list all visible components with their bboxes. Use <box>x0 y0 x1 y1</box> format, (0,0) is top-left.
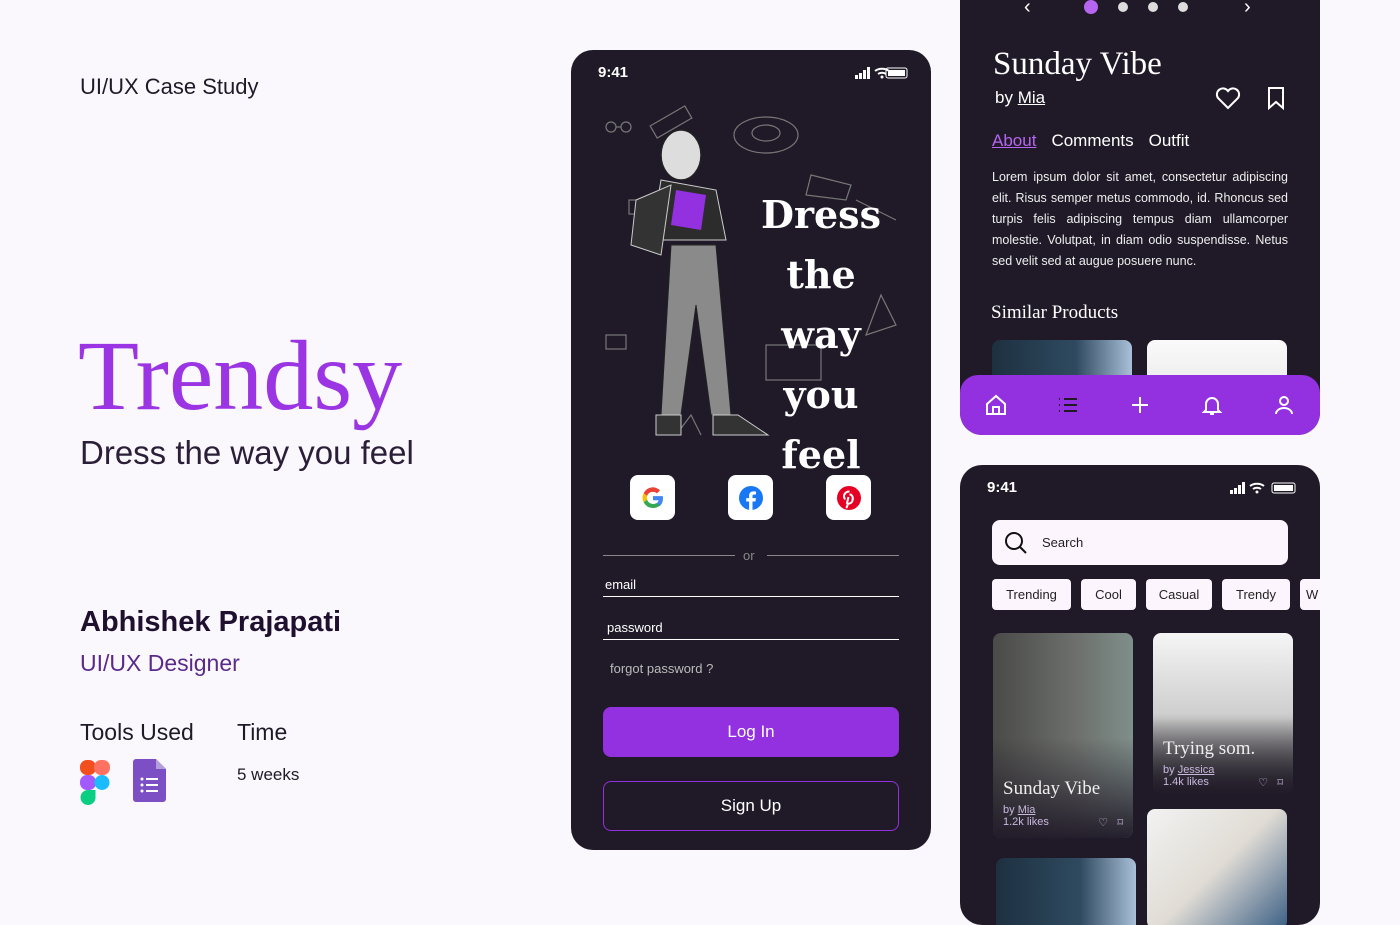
carousel-dot[interactable] <box>1148 2 1158 12</box>
figma-icon <box>80 760 110 805</box>
bookmark-icon[interactable]: ⌑ <box>1117 817 1123 829</box>
feed-screen: 9:41 Search Trending Cool Casual Trendy … <box>960 465 1320 925</box>
card-title: Sunday Vibe <box>1003 778 1101 799</box>
heart-icon[interactable]: ♡ <box>1258 777 1268 789</box>
bookmark-icon[interactable] <box>1266 86 1286 110</box>
email-field[interactable]: email <box>603 577 899 597</box>
tools-heading: Tools Used <box>80 719 194 745</box>
card-title: Trying som. <box>1163 738 1256 759</box>
tab-about[interactable]: About <box>992 131 1036 151</box>
or-label: or <box>743 548 755 563</box>
chip-more[interactable]: W <box>1300 579 1320 610</box>
brand-title: Trendsy <box>78 320 403 431</box>
time-value: 5 weeks <box>237 765 300 784</box>
divider <box>603 555 735 556</box>
search-input[interactable]: Search <box>992 520 1288 565</box>
carousel-dot[interactable] <box>1118 2 1128 12</box>
by-label: by <box>1163 764 1175 776</box>
forgot-password-link[interactable]: forgot password ? <box>610 661 713 676</box>
signup-button[interactable]: Sign Up <box>603 781 899 831</box>
author-name: Abhishek Prajapati <box>80 606 342 638</box>
divider <box>767 555 899 556</box>
home-icon[interactable] <box>984 393 1008 417</box>
status-time: 9:41 <box>598 64 629 81</box>
login-button[interactable]: Log In <box>603 707 899 757</box>
carousel-dot-active[interactable] <box>1084 0 1098 14</box>
bookmark-icon[interactable]: ⌑ <box>1277 777 1283 789</box>
carousel-dots <box>1084 0 1188 14</box>
card-actions: ♡ ⌑ <box>1098 816 1123 829</box>
feed-card[interactable]: Sunday Vibe by Mia 1.2k likes ♡ ⌑ <box>993 633 1133 838</box>
list-icon[interactable] <box>1056 393 1080 417</box>
carousel-prev-icon[interactable]: ‹ <box>1024 0 1031 19</box>
feed-card[interactable] <box>1147 809 1287 925</box>
time-heading: Time <box>237 719 288 745</box>
chip-trending[interactable]: Trending <box>992 579 1071 610</box>
likes-count: 1.4k likes <box>1163 776 1209 788</box>
card-actions: ♡ ⌑ <box>1258 776 1283 789</box>
likes-count: 1.2k likes <box>1003 816 1049 828</box>
heart-icon[interactable]: ♡ <box>1098 817 1108 829</box>
pinterest-login-button[interactable] <box>826 475 871 520</box>
tagline: Dress the way you feel <box>80 434 414 471</box>
bell-icon[interactable] <box>1200 393 1224 417</box>
search-placeholder: Search <box>1042 535 1084 550</box>
password-field[interactable]: password <box>603 620 899 640</box>
tab-outfit[interactable]: Outfit <box>1149 131 1190 151</box>
by-label: by <box>995 88 1013 107</box>
google-login-button[interactable] <box>630 475 675 520</box>
similar-heading: Similar Products <box>991 302 1119 323</box>
login-screen: 9:41 Dress the way you feel or email pas… <box>571 50 931 850</box>
google-forms-icon <box>133 759 166 802</box>
facebook-login-button[interactable] <box>728 475 773 520</box>
detail-screen: ‹ › Sunday Vibe by Mia About Comments Ou… <box>960 0 1320 435</box>
feed-card[interactable]: Trying som. by Jessica 1.4k likes ♡ ⌑ <box>1153 633 1293 793</box>
hero-line: you feel <box>781 372 861 477</box>
author-link[interactable]: Jessica <box>1178 764 1215 776</box>
search-icon <box>1005 531 1027 554</box>
heart-icon[interactable] <box>1215 86 1241 110</box>
chip-trendy[interactable]: Trendy <box>1222 579 1290 610</box>
facebook-icon <box>738 485 763 510</box>
author-link[interactable]: Mia <box>1018 804 1036 816</box>
chip-casual[interactable]: Casual <box>1146 579 1212 610</box>
status-icons <box>855 64 909 81</box>
by-label: by <box>1003 804 1015 816</box>
post-title: Sunday Vibe <box>993 46 1162 82</box>
author-role: UI/UX Designer <box>80 650 240 676</box>
feed-card[interactable] <box>996 858 1136 925</box>
carousel-next-icon[interactable]: › <box>1244 0 1251 19</box>
google-icon <box>642 486 663 508</box>
case-study-label: UI/UX Case Study <box>80 74 259 99</box>
hero-line: Dress <box>761 192 881 237</box>
carousel-dot[interactable] <box>1178 2 1188 12</box>
chip-cool[interactable]: Cool <box>1081 579 1136 610</box>
hero-line: the way <box>781 252 861 357</box>
author-link[interactable]: Mia <box>1018 88 1045 107</box>
user-icon[interactable] <box>1272 393 1296 417</box>
status-icons <box>1230 479 1298 496</box>
tab-comments[interactable]: Comments <box>1051 131 1133 151</box>
status-time: 9:41 <box>987 479 1018 496</box>
bottom-nav <box>960 375 1320 435</box>
about-text: Lorem ipsum dolor sit amet, consectetur … <box>992 170 1288 268</box>
plus-icon[interactable] <box>1128 393 1152 417</box>
pinterest-icon <box>836 485 861 510</box>
